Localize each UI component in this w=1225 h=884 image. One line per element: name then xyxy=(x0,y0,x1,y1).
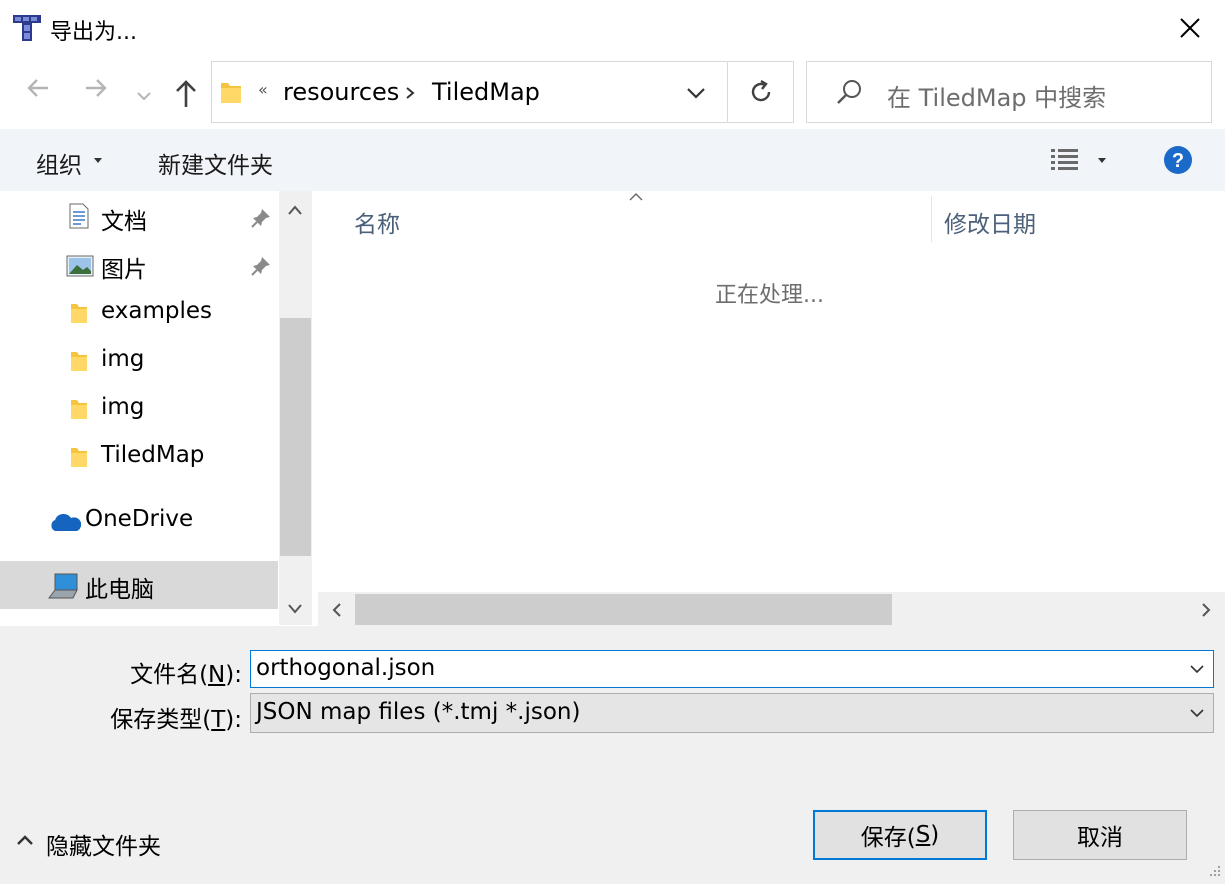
sidebar-item-label: examples xyxy=(101,298,212,324)
sidebar-item-label: TiledMap xyxy=(101,442,205,468)
column-divider[interactable] xyxy=(931,196,932,242)
filename-input[interactable]: orthogonal.json xyxy=(256,655,435,681)
sidebar-item-img[interactable]: img xyxy=(0,337,278,385)
filename-label-text: 文件名( xyxy=(130,662,209,688)
help-icon[interactable]: ? xyxy=(1163,145,1193,175)
refresh-icon xyxy=(751,79,770,102)
folder-icon xyxy=(71,400,87,419)
filetype-label-accesskey: T xyxy=(211,707,226,733)
save-button[interactable]: 保存(S) xyxy=(813,810,987,860)
title-bar: 导出为... xyxy=(0,0,1225,56)
cancel-button[interactable]: 取消 xyxy=(1013,810,1187,860)
close-button[interactable] xyxy=(1162,8,1218,48)
sidebar-item-label: 文档 xyxy=(101,209,147,235)
cancel-button-label: 取消 xyxy=(1077,825,1123,851)
sidebar-item-label: img xyxy=(101,346,145,372)
sidebar-item-tiledmap[interactable]: TiledMap xyxy=(0,433,278,481)
filename-field[interactable]: orthogonal.json xyxy=(250,650,1214,688)
filename-label: 文件名(N): xyxy=(100,655,242,689)
filetype-label-text: 保存类型( xyxy=(110,707,212,733)
arrow-right-icon xyxy=(86,79,107,97)
column-header-date[interactable]: 修改日期 xyxy=(944,205,1036,239)
arrow-up-icon xyxy=(176,80,196,107)
onedrive-icon xyxy=(51,514,81,531)
pin-icon[interactable] xyxy=(250,207,272,229)
sort-ascending-icon xyxy=(629,193,643,201)
scroll-right-icon[interactable] xyxy=(1200,602,1212,618)
chevron-down-icon xyxy=(137,92,151,101)
sidebar-item-documents[interactable]: 文档 xyxy=(0,193,278,241)
search-input[interactable]: 在 TiledMap 中搜索 xyxy=(887,78,1106,113)
folder-icon xyxy=(221,83,241,103)
filetype-select[interactable]: JSON map files (*.tmj *.json) xyxy=(250,693,1214,733)
new-folder-button[interactable]: 新建文件夹 xyxy=(158,146,273,180)
chevron-right-icon[interactable] xyxy=(404,86,416,100)
sidebar-item-examples[interactable]: examples xyxy=(0,289,278,337)
sidebar-item-img-2[interactable]: img xyxy=(0,385,278,433)
view-list-icon[interactable] xyxy=(1050,147,1080,173)
chevron-down-icon[interactable] xyxy=(685,86,707,100)
chevron-down-icon[interactable] xyxy=(1189,664,1205,674)
breadcrumb-tiledmap[interactable]: TiledMap xyxy=(432,78,540,106)
up-button[interactable] xyxy=(172,79,200,113)
hide-folders-toggle[interactable]: 隐藏文件夹 xyxy=(16,826,176,860)
pin-icon[interactable] xyxy=(250,255,272,277)
chevron-down-icon[interactable] xyxy=(1189,708,1205,718)
sidebar-item-this-pc[interactable]: 此电脑 xyxy=(0,561,278,609)
sidebar-item-onedrive[interactable]: OneDrive xyxy=(0,497,278,545)
folder-icon xyxy=(71,304,87,323)
file-list[interactable] xyxy=(318,191,1225,625)
pictures-icon xyxy=(66,255,94,277)
sidebar-item-label: img xyxy=(101,394,145,420)
save-button-label: 保存( xyxy=(860,825,916,851)
window-title: 导出为... xyxy=(50,20,137,45)
navigation-pane: 文档 图片 examples img img TiledMap OneDrive… xyxy=(0,191,278,625)
view-options-arrow-icon[interactable] xyxy=(1097,157,1107,165)
sidebar-item-label: OneDrive xyxy=(85,506,194,532)
folder-icon xyxy=(71,352,87,371)
sidebar-item-label: 此电脑 xyxy=(85,577,154,603)
close-icon xyxy=(1180,18,1200,38)
arrow-left-icon xyxy=(27,79,48,97)
scroll-down-icon[interactable] xyxy=(287,603,303,615)
sidebar-scrollbar-thumb[interactable] xyxy=(280,318,311,556)
filetype-label-suffix: ): xyxy=(225,707,242,733)
document-icon xyxy=(69,203,89,229)
chevron-up-icon xyxy=(17,835,33,845)
recent-locations-button[interactable] xyxy=(136,86,152,105)
resize-grip-icon[interactable] xyxy=(1206,864,1222,880)
command-bar: 组织 新建文件夹 ? xyxy=(0,129,1225,191)
filename-label-suffix: ): xyxy=(225,662,242,688)
filetype-label: 保存类型(T): xyxy=(100,700,242,734)
hide-folders-label: 隐藏文件夹 xyxy=(46,834,161,860)
folder-icon xyxy=(71,448,87,467)
breadcrumb-overflow[interactable]: « xyxy=(258,80,268,99)
computer-icon xyxy=(48,573,78,599)
breadcrumb-resources[interactable]: resources xyxy=(283,78,399,106)
save-button-accesskey: S xyxy=(915,822,931,848)
search-icon xyxy=(837,80,861,104)
forward-button[interactable] xyxy=(82,74,110,109)
scroll-left-icon[interactable] xyxy=(331,602,343,618)
svg-text:?: ? xyxy=(1172,150,1184,172)
filename-label-accesskey: N xyxy=(208,662,226,688)
horizontal-scrollbar-thumb[interactable] xyxy=(355,594,892,625)
tiled-app-icon xyxy=(13,15,41,41)
dropdown-arrow-icon xyxy=(94,158,102,163)
save-button-suffix: ) xyxy=(930,822,940,848)
scroll-up-icon[interactable] xyxy=(287,204,303,216)
sidebar-item-label: 图片 xyxy=(101,257,147,283)
sidebar-item-pictures[interactable]: 图片 xyxy=(0,241,278,289)
refresh-button[interactable] xyxy=(728,61,794,123)
search-box[interactable]: 在 TiledMap 中搜索 xyxy=(806,61,1212,123)
column-header-name[interactable]: 名称 xyxy=(354,205,400,239)
loading-status: 正在处理... xyxy=(715,283,824,308)
address-bar[interactable]: « resources TiledMap xyxy=(211,61,728,123)
back-button[interactable] xyxy=(24,74,52,109)
filetype-value: JSON map files (*.tmj *.json) xyxy=(256,699,581,725)
organize-label: 组织 xyxy=(36,153,82,179)
